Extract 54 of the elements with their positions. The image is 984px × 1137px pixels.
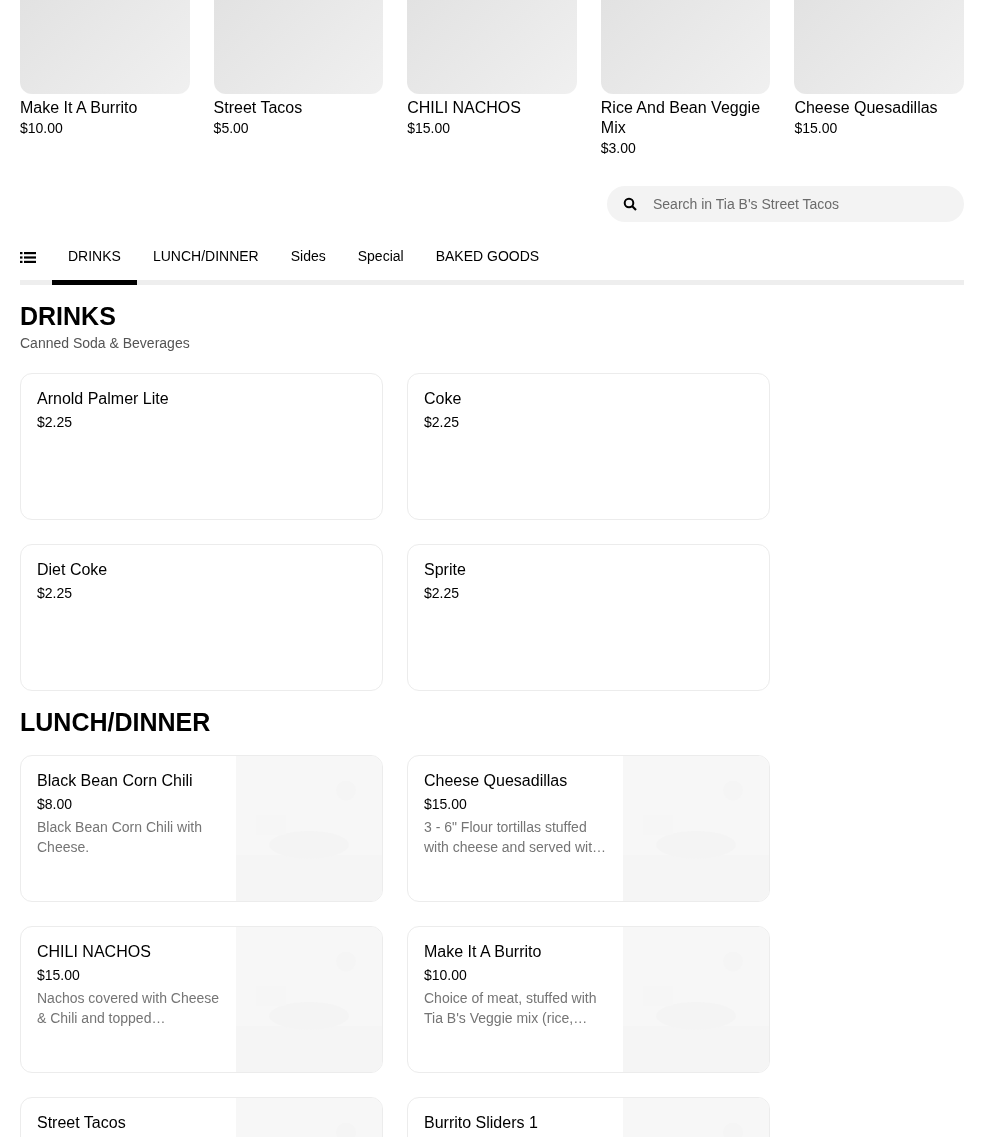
item-name: Street Tacos [213, 98, 304, 118]
menu-item-card[interactable]: Make It A Burrito $10.00 Choice of meat, stuffed with Tia B's Veggie mix (rice,… [407, 926, 770, 1073]
item-price: $8.00 [37, 796, 74, 812]
category-tab[interactable]: Sides [274, 234, 342, 285]
menu-item-card[interactable]: Cheese Quesadillas $15.00 3 - 6" Flour tortillas stuffed with cheese and served wit… [407, 755, 770, 902]
section-title: DRINKS [20, 301, 117, 331]
item-price: $15.00 [37, 967, 81, 983]
item-name: Rice And Bean Veggie Mix [600, 98, 762, 138]
section-title: LUNCH/DINNER [20, 707, 212, 737]
search-icon [623, 197, 637, 211]
item-name: Diet Coke [37, 560, 109, 580]
item-name: Sprite [424, 560, 467, 580]
item-price: $10.00 [424, 967, 468, 983]
item-price: $5.00 [213, 119, 250, 138]
search-input[interactable]: Search in Tia B's Street Tacos [651, 195, 948, 213]
item-description: Black Bean Corn Chili with Cheese. [37, 818, 203, 857]
search-bar[interactable]: Search in Tia B's Street Tacos [607, 186, 964, 222]
menu-icon[interactable] [20, 250, 36, 264]
menu-item-card[interactable]: Arnold Palmer Lite $2.25 [20, 373, 383, 520]
item-name: Burrito Sliders 1 [424, 1113, 539, 1133]
item-price: $15.00 [794, 119, 839, 138]
item-name: Coke [424, 389, 463, 409]
item-price: $10.00 [20, 119, 64, 138]
item-name: Make It A Burrito [20, 98, 139, 118]
menu-item-card[interactable]: Diet Coke $2.25 [20, 544, 383, 691]
menu-item-card[interactable]: Street Tacos [20, 1097, 383, 1137]
section-subtitle: Canned Soda & Beverages [20, 335, 191, 351]
item-price: $2.25 [424, 585, 461, 601]
item-description: Choice of meat, stuffed with Tia B's Veggie mix (rice,… [424, 989, 598, 1028]
item-name: CHILI NACHOS [37, 942, 152, 962]
item-name: Street Tacos [37, 1113, 127, 1133]
item-name: Cheese Quesadillas [794, 98, 939, 118]
category-tab[interactable]: DRINKS [52, 234, 137, 285]
item-price: $15.00 [424, 796, 468, 812]
menu-item-card[interactable]: CHILI NACHOS $15.00 Nachos covered with Cheese & Chili and topped… [20, 926, 383, 1073]
category-tab[interactable]: Special [341, 234, 420, 285]
item-name: CHILI NACHOS [407, 98, 522, 118]
item-price: $2.25 [424, 414, 461, 430]
item-name: Make It A Burrito [424, 942, 543, 962]
menu-item-card[interactable]: Coke $2.25 [407, 373, 770, 520]
item-description: 3 - 6" Flour tortillas stuffed with cheese and served wit… [424, 818, 607, 857]
item-price: $3.00 [600, 139, 637, 158]
item-price: $15.00 [407, 119, 451, 138]
category-tab[interactable]: LUNCH/DINNER [136, 234, 275, 285]
menu-item-card[interactable]: Sprite $2.25 [407, 544, 770, 691]
menu-item-card[interactable]: Burrito Sliders 1 [407, 1097, 770, 1137]
item-name: Arnold Palmer Lite [37, 389, 170, 409]
item-price: $2.25 [37, 414, 74, 430]
item-price: $2.25 [37, 585, 74, 601]
category-tab[interactable]: BAKED GOODS [419, 234, 556, 285]
item-description: Nachos covered with Cheese & Chili and topped… [37, 989, 220, 1028]
menu-item-card[interactable]: Black Bean Corn Chili $8.00 Black Bean Corn Chili with Cheese. [20, 755, 383, 902]
item-name: Cheese Quesadillas [424, 771, 569, 791]
item-name: Black Bean Corn Chili [37, 771, 194, 791]
